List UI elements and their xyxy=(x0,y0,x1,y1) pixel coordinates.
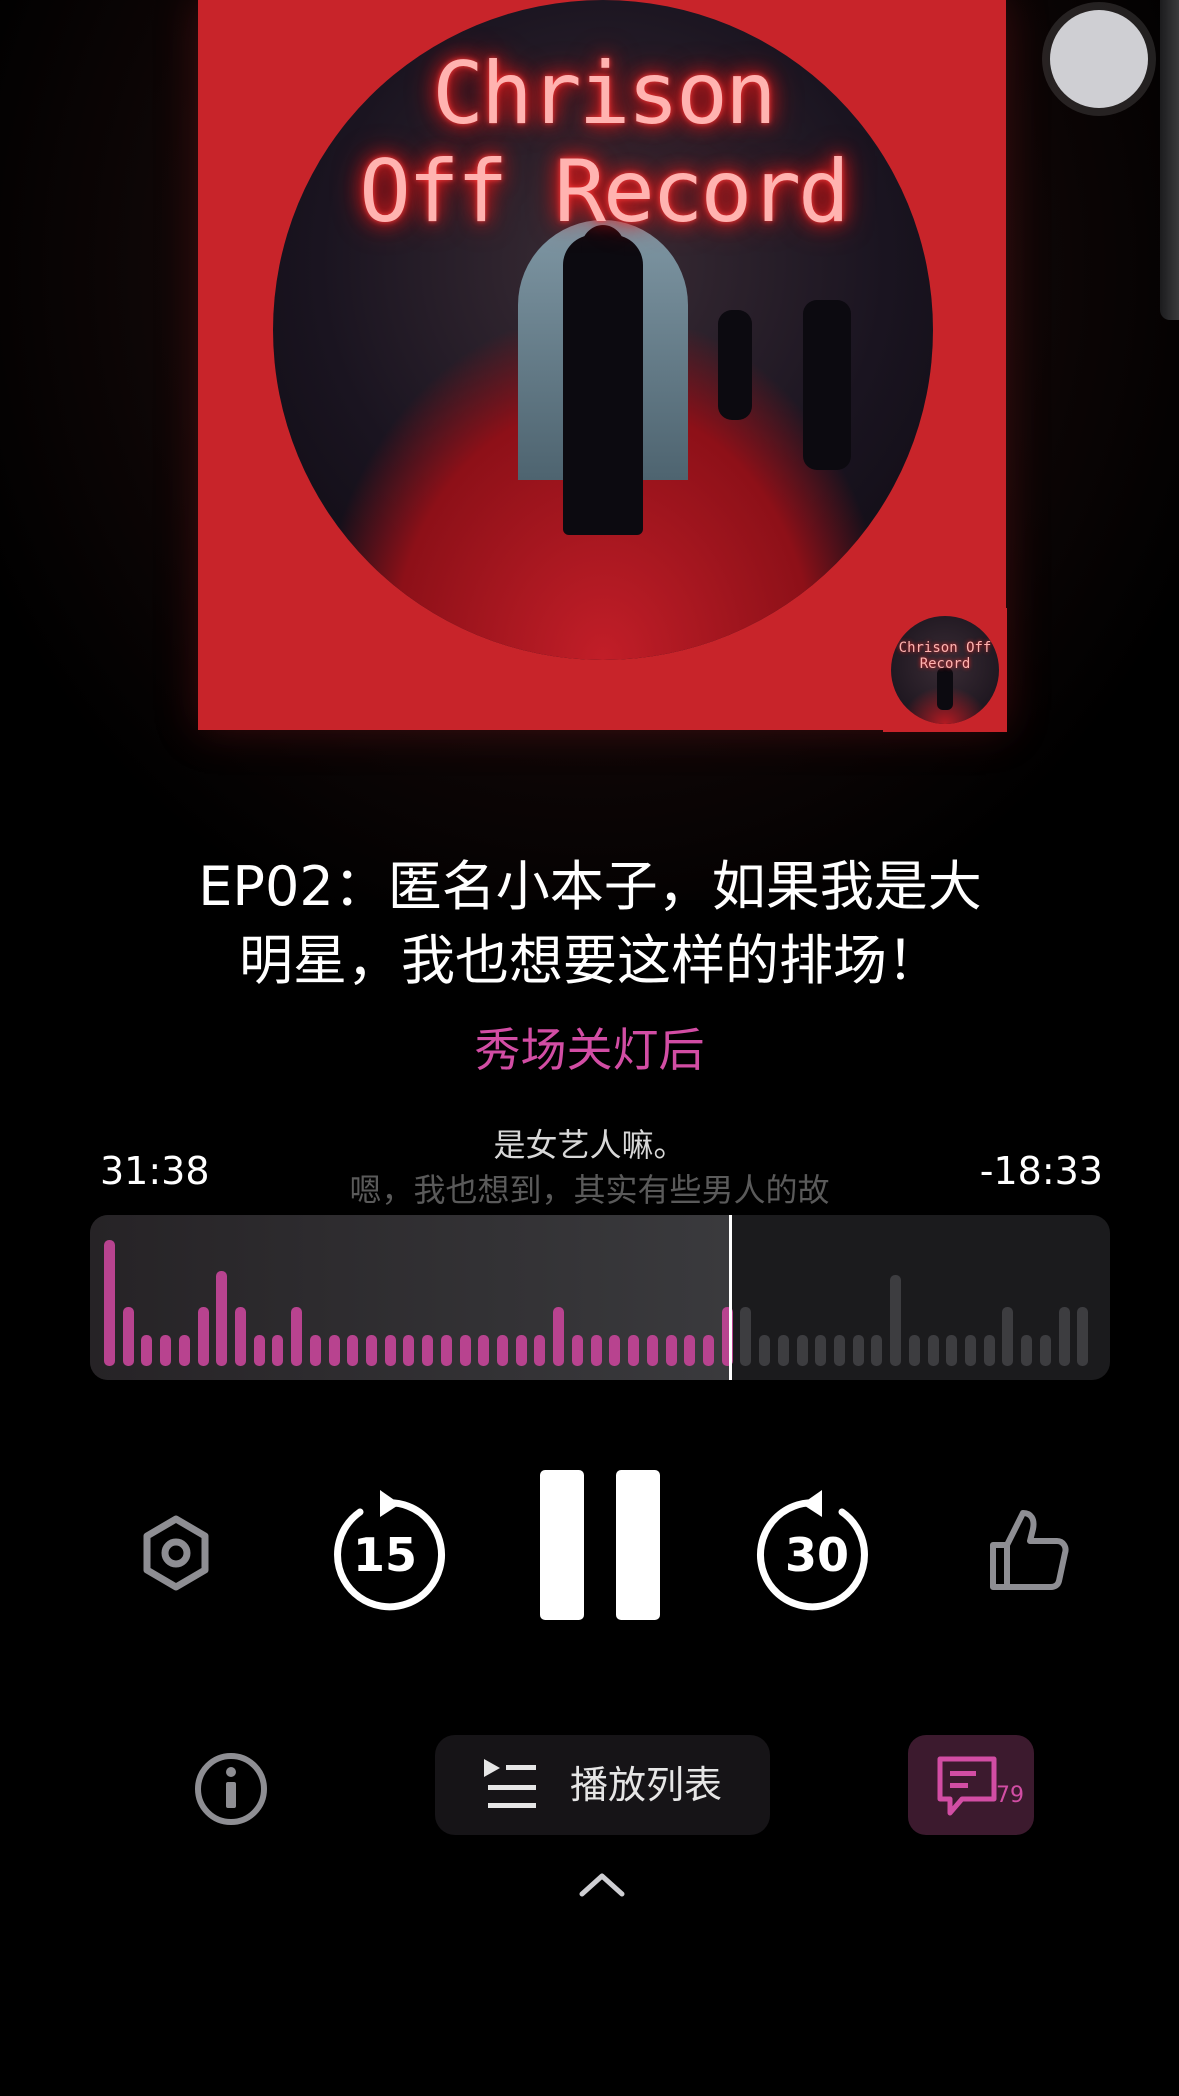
waveform-bar xyxy=(422,1335,434,1366)
waveform-bar xyxy=(964,1335,976,1366)
waveform-bar xyxy=(590,1335,602,1366)
waveform-bar xyxy=(927,1335,939,1366)
waveform-bar xyxy=(347,1335,359,1366)
waveform-bar xyxy=(384,1335,396,1366)
waveform-bar xyxy=(628,1335,640,1366)
waveform-bar xyxy=(908,1335,920,1366)
waveform-bar xyxy=(890,1275,902,1366)
waveform-bar xyxy=(291,1307,303,1366)
waveform-bar xyxy=(497,1335,509,1366)
waveform-bar xyxy=(403,1335,415,1366)
thumbnail-figure xyxy=(937,668,953,710)
waveform-bar xyxy=(122,1307,134,1366)
waveform-bar xyxy=(534,1335,546,1366)
pause-button[interactable] xyxy=(540,1470,660,1620)
waveform-bar xyxy=(702,1335,714,1366)
chevron-up-icon[interactable] xyxy=(574,1866,630,1902)
forward-30-button[interactable]: 30 xyxy=(752,1490,882,1620)
waveform-bar xyxy=(1002,1307,1014,1366)
rewind-seconds-label: 15 xyxy=(352,1528,417,1582)
waveform-bar xyxy=(740,1307,752,1366)
elapsed-time: 31:38 xyxy=(100,1149,210,1193)
waveform-bar xyxy=(796,1335,808,1366)
waveform-bar xyxy=(665,1335,677,1366)
thumbnail-title: Chrison Off Record xyxy=(898,640,992,672)
waveform-bar xyxy=(684,1335,696,1366)
cover-title-line2: Off Record xyxy=(359,142,850,242)
waveform-bar xyxy=(366,1335,378,1366)
waveform-bar xyxy=(759,1335,771,1366)
waveform-bar xyxy=(328,1335,340,1366)
playback-settings-button[interactable] xyxy=(128,1505,224,1601)
playlist-icon xyxy=(484,1759,536,1808)
waveform-bar xyxy=(1021,1335,1033,1366)
like-button[interactable] xyxy=(978,1500,1078,1600)
remaining-time: -18:33 xyxy=(979,1149,1103,1193)
comment-count-badge: 79 xyxy=(996,1783,1024,1808)
waveform-bar xyxy=(272,1335,284,1366)
rewind-15-button[interactable]: 15 xyxy=(320,1490,450,1620)
waveform-bar xyxy=(777,1335,789,1366)
pause-icon-left-bar xyxy=(540,1470,584,1620)
assistive-touch-button[interactable] xyxy=(1050,10,1148,108)
show-name-link[interactable]: 秀场关灯后 xyxy=(0,1020,1179,1080)
waveform-scrubber[interactable] xyxy=(90,1215,1110,1380)
podcast-cover-art: Chrison Off Record Chrison Off Record xyxy=(198,0,1007,732)
waveform-bar xyxy=(197,1307,209,1366)
thumbs-up-icon xyxy=(990,1510,1069,1590)
waveform-bar xyxy=(104,1240,115,1366)
waveform-bar xyxy=(871,1335,883,1366)
waveform-bar xyxy=(309,1335,321,1366)
pause-icon-right-bar xyxy=(616,1470,660,1620)
playlist-label: 播放列表 xyxy=(570,1763,723,1807)
forward-seconds-label: 30 xyxy=(784,1528,849,1582)
cover-title-line1: Chrison xyxy=(432,44,776,144)
waveform-bar xyxy=(235,1307,247,1366)
waveform-bar xyxy=(253,1335,265,1366)
cover-camera-silhouette xyxy=(803,300,851,470)
cover-thumbnail: Chrison Off Record xyxy=(883,608,1007,732)
episode-info-button[interactable] xyxy=(192,1750,270,1828)
cover-neon-title: Chrison Off Record xyxy=(273,45,933,241)
thumbnail-circle: Chrison Off Record xyxy=(891,616,999,724)
waveform-bar xyxy=(440,1335,452,1366)
waveform-bar xyxy=(515,1335,527,1366)
waveform-bar xyxy=(141,1335,153,1366)
cover-circle: Chrison Off Record xyxy=(273,0,933,660)
playhead[interactable] xyxy=(728,1215,732,1380)
cover-bodyguard-silhouette xyxy=(718,310,752,420)
waveform-bar xyxy=(553,1307,565,1366)
waveform-bar xyxy=(833,1335,845,1366)
waveform-bar xyxy=(1077,1307,1089,1366)
comments-button[interactable]: 79 xyxy=(908,1735,1034,1835)
waveform-bar xyxy=(178,1335,190,1366)
episode-title-line1: EP02：匿名小本子，如果我是大 xyxy=(198,855,982,918)
waveform-bar xyxy=(459,1335,471,1366)
side-scroll-rail xyxy=(1160,0,1179,320)
waveform-bar xyxy=(216,1271,228,1366)
waveform-bar xyxy=(946,1335,958,1366)
episode-title-line2: 明星，我也想要这样的排场！ xyxy=(239,929,941,992)
waveform-bar xyxy=(983,1335,995,1366)
waveform-bar xyxy=(852,1335,864,1366)
waveform-bar xyxy=(1039,1335,1051,1366)
comment-icon xyxy=(937,1756,997,1816)
waveform-bar xyxy=(609,1335,621,1366)
waveform-bar xyxy=(478,1335,490,1366)
playlist-button[interactable]: 播放列表 xyxy=(435,1735,770,1835)
hexagon-settings-icon xyxy=(143,1515,209,1591)
waveform-bar xyxy=(571,1335,583,1366)
waveform-bar xyxy=(160,1335,172,1366)
episode-title: EP02：匿名小本子，如果我是大 明星，我也想要这样的排场！ xyxy=(120,850,1060,998)
waveform-bar xyxy=(646,1335,658,1366)
waveform-bar xyxy=(815,1335,827,1366)
cover-man-silhouette xyxy=(563,235,643,535)
info-icon xyxy=(195,1753,267,1825)
waveform-bar xyxy=(1058,1307,1070,1366)
